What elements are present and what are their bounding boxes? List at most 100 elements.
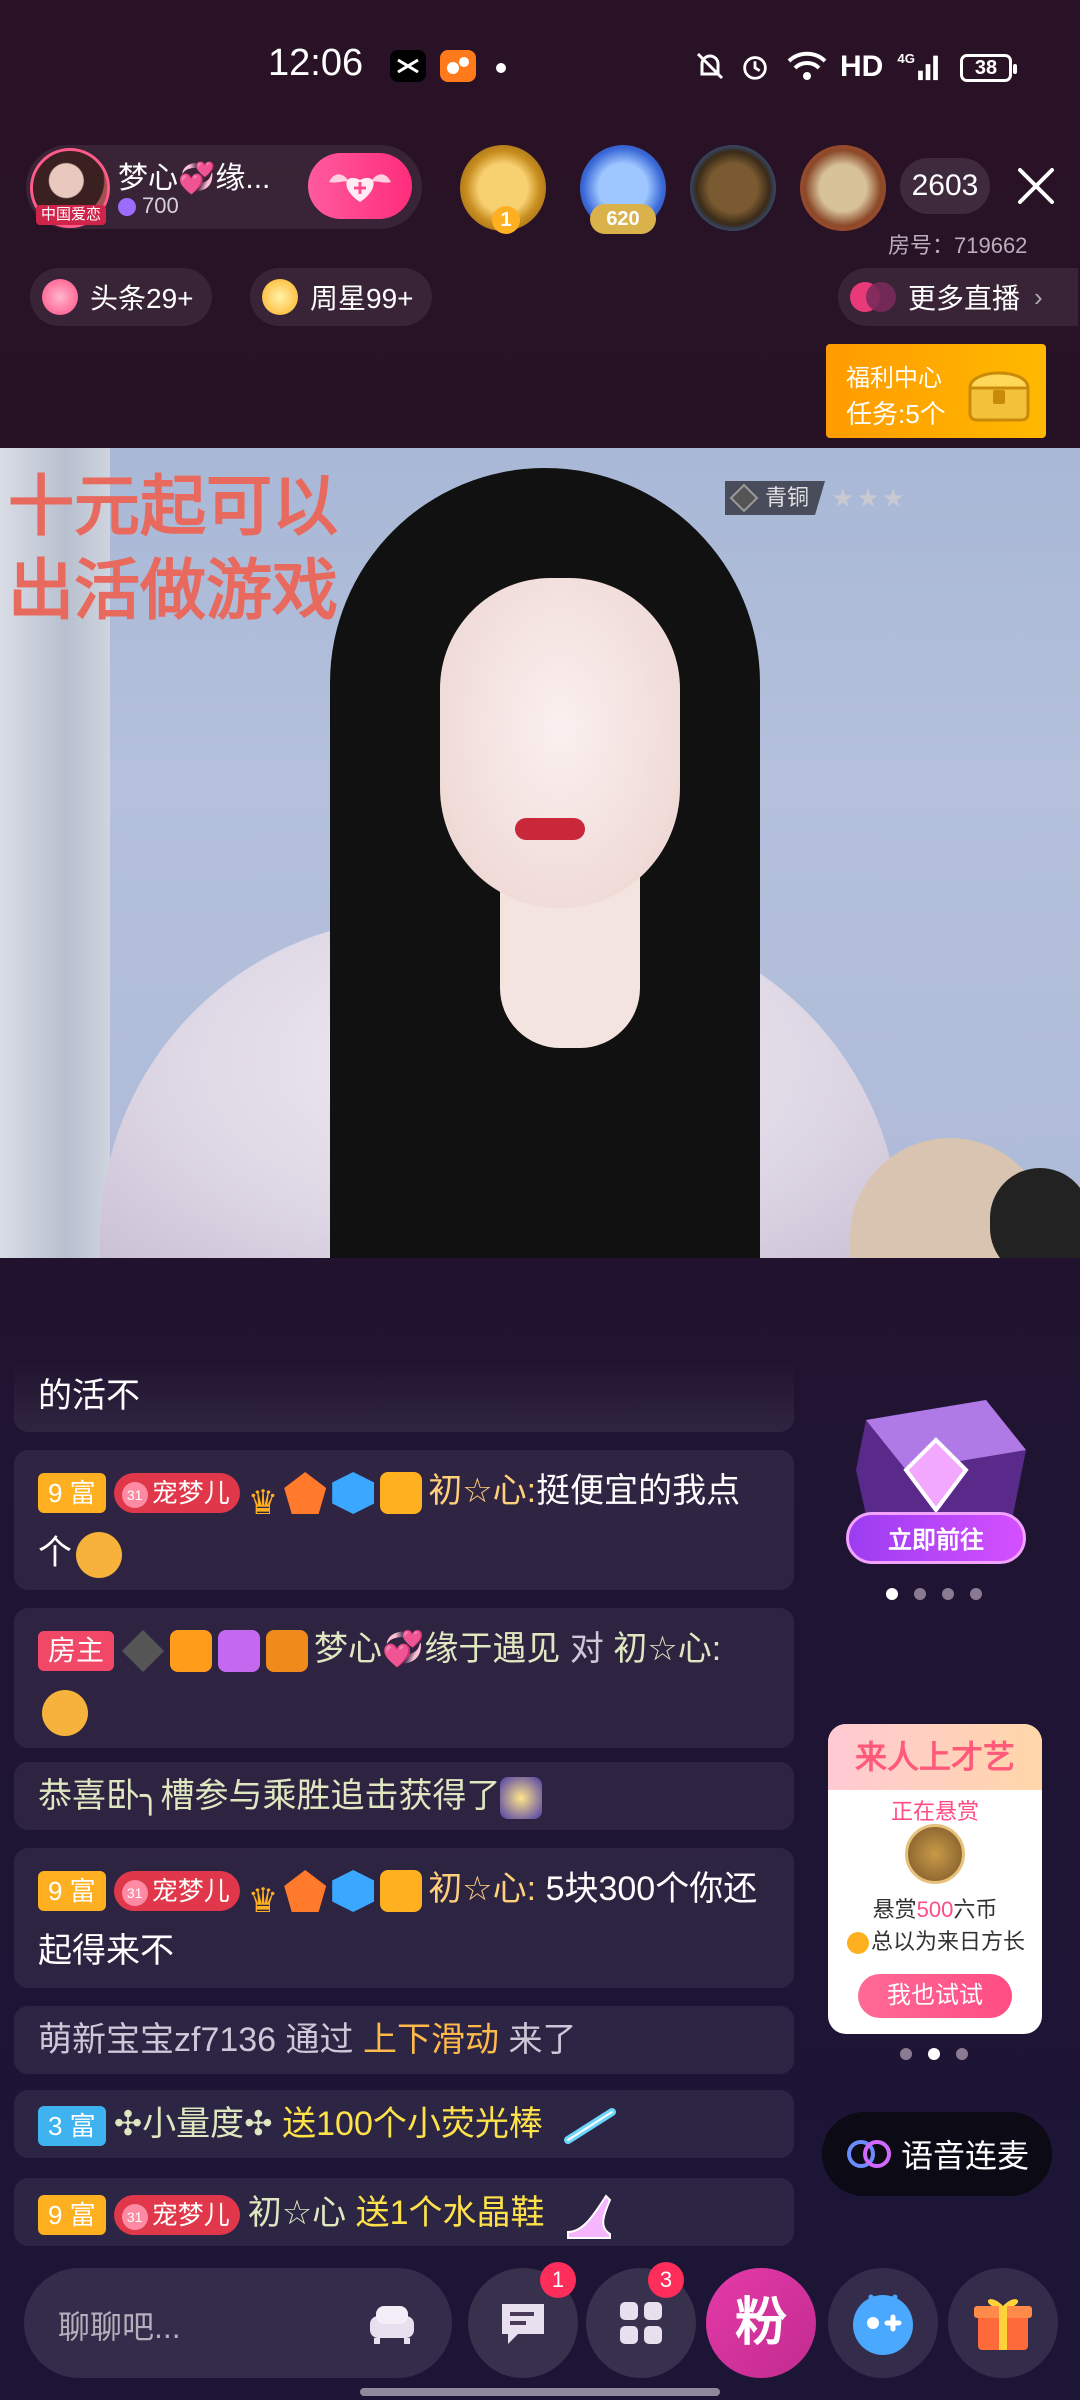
signal-icon: 4G (897, 51, 938, 81)
bounty-description-text: 总以为来日方长 (870, 1929, 1025, 1954)
chat-input-placeholder: 聊聊吧... (58, 2309, 181, 2345)
winged-heart-icon (329, 174, 391, 202)
video-streamer-face (440, 578, 680, 908)
chat-username[interactable]: 初☆心: (428, 1870, 536, 1908)
heart-badge-icon (218, 1630, 261, 1673)
room-id: 房号：719662 (888, 233, 1028, 258)
chat-username[interactable]: 初☆心: (428, 1472, 536, 1510)
welfare-title: 福利中心 (846, 365, 942, 392)
link-icon (846, 2140, 891, 2168)
gift-box-icon (974, 2299, 1032, 2350)
live-video[interactable]: 十元起可以 出活做游戏 青铜 ★★★ (0, 448, 1080, 1258)
host-name: 梦心💞缘... (118, 162, 271, 195)
chat-text: 对 (569, 1630, 604, 1668)
grid-icon (620, 2302, 662, 2344)
messages-badge: 1 (540, 2262, 576, 2298)
bounty-reward-prefix: 悬赏 (872, 1897, 917, 1922)
follow-button[interactable] (308, 153, 412, 219)
carousel-dot (928, 2048, 940, 2060)
rank-name: 青铜 (765, 485, 810, 510)
fan-club-name: 宠梦儿 (151, 1478, 230, 1509)
rich-level-badge: 9 富 (38, 1473, 106, 1514)
chat-target-username[interactable]: 初☆心: (613, 1630, 721, 1668)
flame-icon (42, 279, 78, 315)
viewer-1-rank: 1 (492, 206, 520, 234)
more-live-icon (850, 282, 898, 312)
talent-bounty-card[interactable]: 来人上才艺 正在悬赏 悬赏500六币 总以为来日方长 我也试试 (828, 1724, 1042, 2034)
fan-level: 31 (121, 1482, 148, 1509)
gift-text: 送1个水晶鞋 (355, 2193, 545, 2232)
video-overlay-line1: 十元起可以 (8, 467, 338, 545)
chat-message: 9 富 31 宠梦儿 初☆心 送1个水晶鞋 (14, 2178, 794, 2246)
welfare-task: 任务:5个 (846, 399, 946, 429)
chat-message: 恭喜卧╮槽参与乘胜追击获得了 (14, 1762, 794, 1830)
week-star-tag[interactable]: 周星99+ (250, 268, 432, 326)
chat-message: 9 富 31 宠梦儿 ♛ 初☆心: 5块300个你还起得来不 (14, 1848, 794, 1988)
talent-card-title: 来人上才艺 (854, 1738, 1015, 1776)
fan-club-badge: 31 宠梦儿 (113, 1473, 240, 1514)
bounty-reward-amount: 500 (916, 1897, 954, 1922)
network-hd-label: HD (840, 50, 884, 83)
rich-level-badge: 9 富 (38, 1871, 106, 1912)
chat-text: 上下滑动 (363, 2021, 499, 2059)
app-notification-icon (440, 50, 476, 82)
voice-link-button[interactable]: 语音连麦 (822, 2112, 1052, 2196)
viewer-avatar-4[interactable] (800, 145, 886, 231)
rank-stars: ★★★ (831, 482, 907, 513)
welfare-center-banner[interactable]: 福利中心 任务:5个 (826, 344, 1046, 438)
chevron-right-icon: › (1034, 281, 1043, 312)
thinking-emoji-icon (42, 1690, 88, 1737)
headline-tag[interactable]: 头条29+ (30, 268, 212, 326)
glowstick-gift-icon (564, 2108, 617, 2145)
diamond-badge-icon (332, 1472, 375, 1515)
gift-text: 送100个小荧光棒 (282, 2105, 543, 2143)
battery-indicator: 38 (960, 54, 1017, 82)
bronze-rank-icon (729, 483, 759, 513)
viewer-count[interactable]: 2603 (900, 158, 990, 214)
host-fans-count: 700 (142, 193, 179, 218)
week-star-tag-label: 周星99+ (310, 283, 414, 314)
game-mascot-icon (853, 2294, 913, 2355)
wifi-icon (787, 51, 827, 80)
try-it-button[interactable]: 我也试试 (858, 1974, 1012, 2018)
fan-level: 31 (121, 2204, 148, 2231)
chat-username[interactable]: 梦心💞缘于遇见 (314, 1630, 560, 1668)
carousel-dot (914, 1588, 926, 1600)
silent-bell-icon (696, 52, 724, 80)
moon-gift-icon (500, 1777, 543, 1820)
gift-button[interactable] (948, 2268, 1058, 2378)
game-button[interactable] (828, 2268, 938, 2378)
diamond-badge-icon (332, 1870, 375, 1913)
promo-go-button[interactable]: 立即前往 (846, 1512, 1026, 1564)
viewer-avatar-3[interactable] (690, 145, 776, 231)
promo-carousel-dots (886, 1588, 982, 1600)
bounty-reward: 悬赏500六币 (828, 1892, 1042, 1924)
chat-text: 恭喜卧╮ (38, 1777, 161, 1815)
fan-club-name: 宠梦儿 (151, 2200, 230, 2230)
home-indicator (360, 2388, 720, 2396)
rich-level-badge: 3 富 (38, 2106, 106, 2147)
svg-text:4G: 4G (897, 51, 915, 66)
more-dot-icon (496, 63, 506, 73)
more-live-button[interactable]: 更多直播 › (838, 268, 1078, 326)
chat-username[interactable]: ✣小量度✣ (114, 2105, 273, 2143)
rich-level-badge: 9 富 (38, 2195, 106, 2235)
medal-icon (170, 1630, 213, 1673)
coin-icon (846, 1932, 869, 1955)
carousel-dot (956, 2048, 968, 2060)
rank-star-icon (284, 1472, 327, 1515)
fans-icon (118, 198, 136, 217)
talent-card-subtitle: 正在悬赏 (890, 1799, 979, 1824)
carousel-dot (900, 2048, 912, 2060)
viewer-2-level: 620 (590, 204, 656, 234)
host-fans: 700 (118, 193, 179, 219)
fan-club-name: 宠梦儿 (151, 1876, 230, 1907)
fan-club-button[interactable]: 粉 (706, 2268, 816, 2378)
close-icon[interactable] (1010, 160, 1062, 212)
user-badge-icon (380, 1472, 423, 1515)
capcut-icon (390, 50, 426, 82)
chat-username[interactable]: 初☆心 (248, 2194, 346, 2232)
sofa-seat-icon[interactable] (362, 2294, 422, 2354)
fan-level: 31 (121, 1880, 148, 1907)
entrant-username[interactable]: 萌新宝宝zf7136 (38, 2021, 276, 2059)
